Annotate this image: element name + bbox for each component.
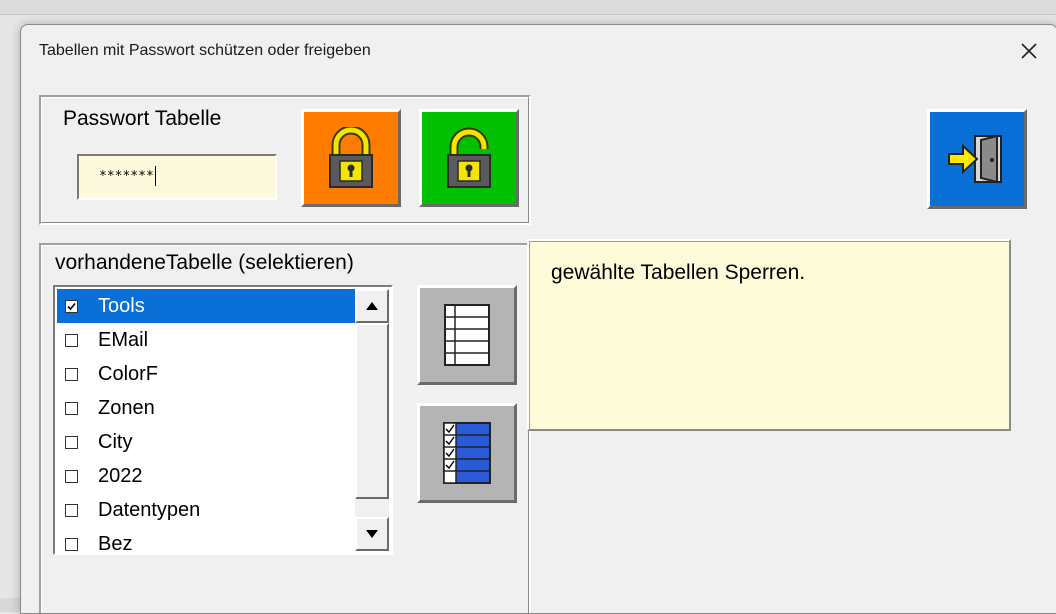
list-item[interactable]: City xyxy=(57,425,361,459)
checkbox[interactable] xyxy=(65,401,78,415)
padlock-open-icon xyxy=(447,127,491,188)
password-frame: Passwort Tabelle ******* xyxy=(39,95,531,225)
deselect-all-button[interactable] xyxy=(417,285,517,385)
check-mark-icon xyxy=(67,302,76,310)
unlock-sheets-button[interactable] xyxy=(419,109,519,207)
info-box: gewählte Tabellen Sperren. xyxy=(527,239,1011,431)
password-value: ******* xyxy=(99,169,154,184)
list-item[interactable]: EMail xyxy=(57,323,361,357)
password-label: Passwort Tabelle xyxy=(63,107,222,130)
list-item-label: Bez xyxy=(98,532,133,555)
list-item[interactable]: Bez xyxy=(57,527,361,555)
list-item-label: EMail xyxy=(98,328,149,351)
list-item-label: ColorF xyxy=(98,362,159,385)
scroll-down-button[interactable] xyxy=(355,517,389,551)
exit-button[interactable] xyxy=(927,109,1027,209)
close-button[interactable] xyxy=(1009,33,1049,69)
checkbox[interactable] xyxy=(65,333,78,347)
list-item-label: Tools xyxy=(98,294,145,317)
info-text: gewählte Tabellen Sperren. xyxy=(551,261,806,284)
list-item[interactable]: Zonen xyxy=(57,391,361,425)
list-item[interactable]: 2022 xyxy=(57,459,361,493)
list-item[interactable]: ColorF xyxy=(57,357,361,391)
list-item[interactable]: Datentypen xyxy=(57,493,361,527)
text-caret xyxy=(154,166,156,186)
arrow-up-icon xyxy=(366,302,378,310)
empty-table-icon xyxy=(444,304,490,366)
padlock-closed-icon xyxy=(329,127,373,188)
checkbox[interactable] xyxy=(65,367,78,381)
password-dialog: Tabellen mit Passwort schützen oder frei… xyxy=(20,24,1056,614)
exit-door-icon xyxy=(948,134,1002,184)
checkbox[interactable] xyxy=(65,299,78,313)
arrow-down-icon xyxy=(366,530,378,538)
checkbox[interactable] xyxy=(65,503,78,517)
list-item-label: 2022 xyxy=(98,464,143,487)
list-item-label: Zonen xyxy=(98,396,155,419)
password-input[interactable]: ******* xyxy=(77,154,277,200)
checked-table-icon xyxy=(443,422,491,484)
checkbox[interactable] xyxy=(65,469,78,483)
scroll-up-button[interactable] xyxy=(355,289,389,323)
checkbox[interactable] xyxy=(65,435,78,449)
list-item-label: Datentypen xyxy=(98,498,201,521)
title-bar: Tabellen mit Passwort schützen oder frei… xyxy=(21,25,1056,81)
list-item-label: City xyxy=(98,430,133,453)
select-all-button[interactable] xyxy=(417,403,517,503)
window-title: Tabellen mit Passwort schützen oder frei… xyxy=(39,42,371,59)
sheets-frame: vorhandeneTabelle (selektieren) Tools EM… xyxy=(39,243,531,613)
scroll-thumb[interactable] xyxy=(355,323,389,499)
checkbox[interactable] xyxy=(65,537,78,551)
list-item[interactable]: Tools xyxy=(57,289,361,323)
sheets-label: vorhandeneTabelle (selektieren) xyxy=(55,251,354,274)
sheets-listbox[interactable]: Tools EMail ColorF Zonen City 2022 Daten… xyxy=(53,285,393,555)
background-window-strip xyxy=(0,0,1056,15)
close-icon xyxy=(1021,43,1037,59)
lock-sheets-button[interactable] xyxy=(301,109,401,207)
list-scrollbar[interactable] xyxy=(355,289,389,551)
